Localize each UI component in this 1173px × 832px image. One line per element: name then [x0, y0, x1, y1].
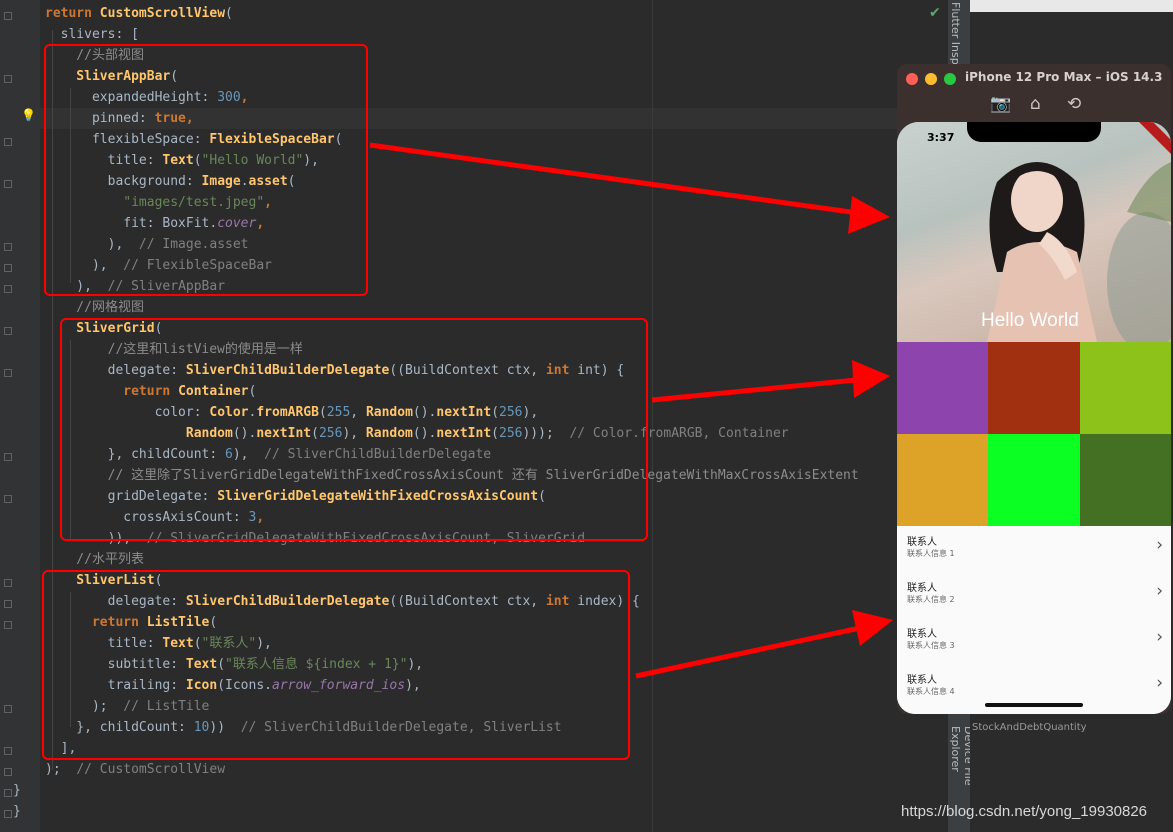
arrowhead-grid [852, 360, 890, 398]
arrow-appbar [369, 142, 859, 216]
arrowhead-list [852, 610, 893, 646]
watermark: https://blog.csdn.net/yong_19930826 [901, 803, 1148, 820]
arrow-grid [651, 377, 857, 403]
arrowhead-appbar [848, 196, 890, 234]
arrow-list [635, 625, 861, 679]
annotation-arrows [369, 142, 893, 679]
